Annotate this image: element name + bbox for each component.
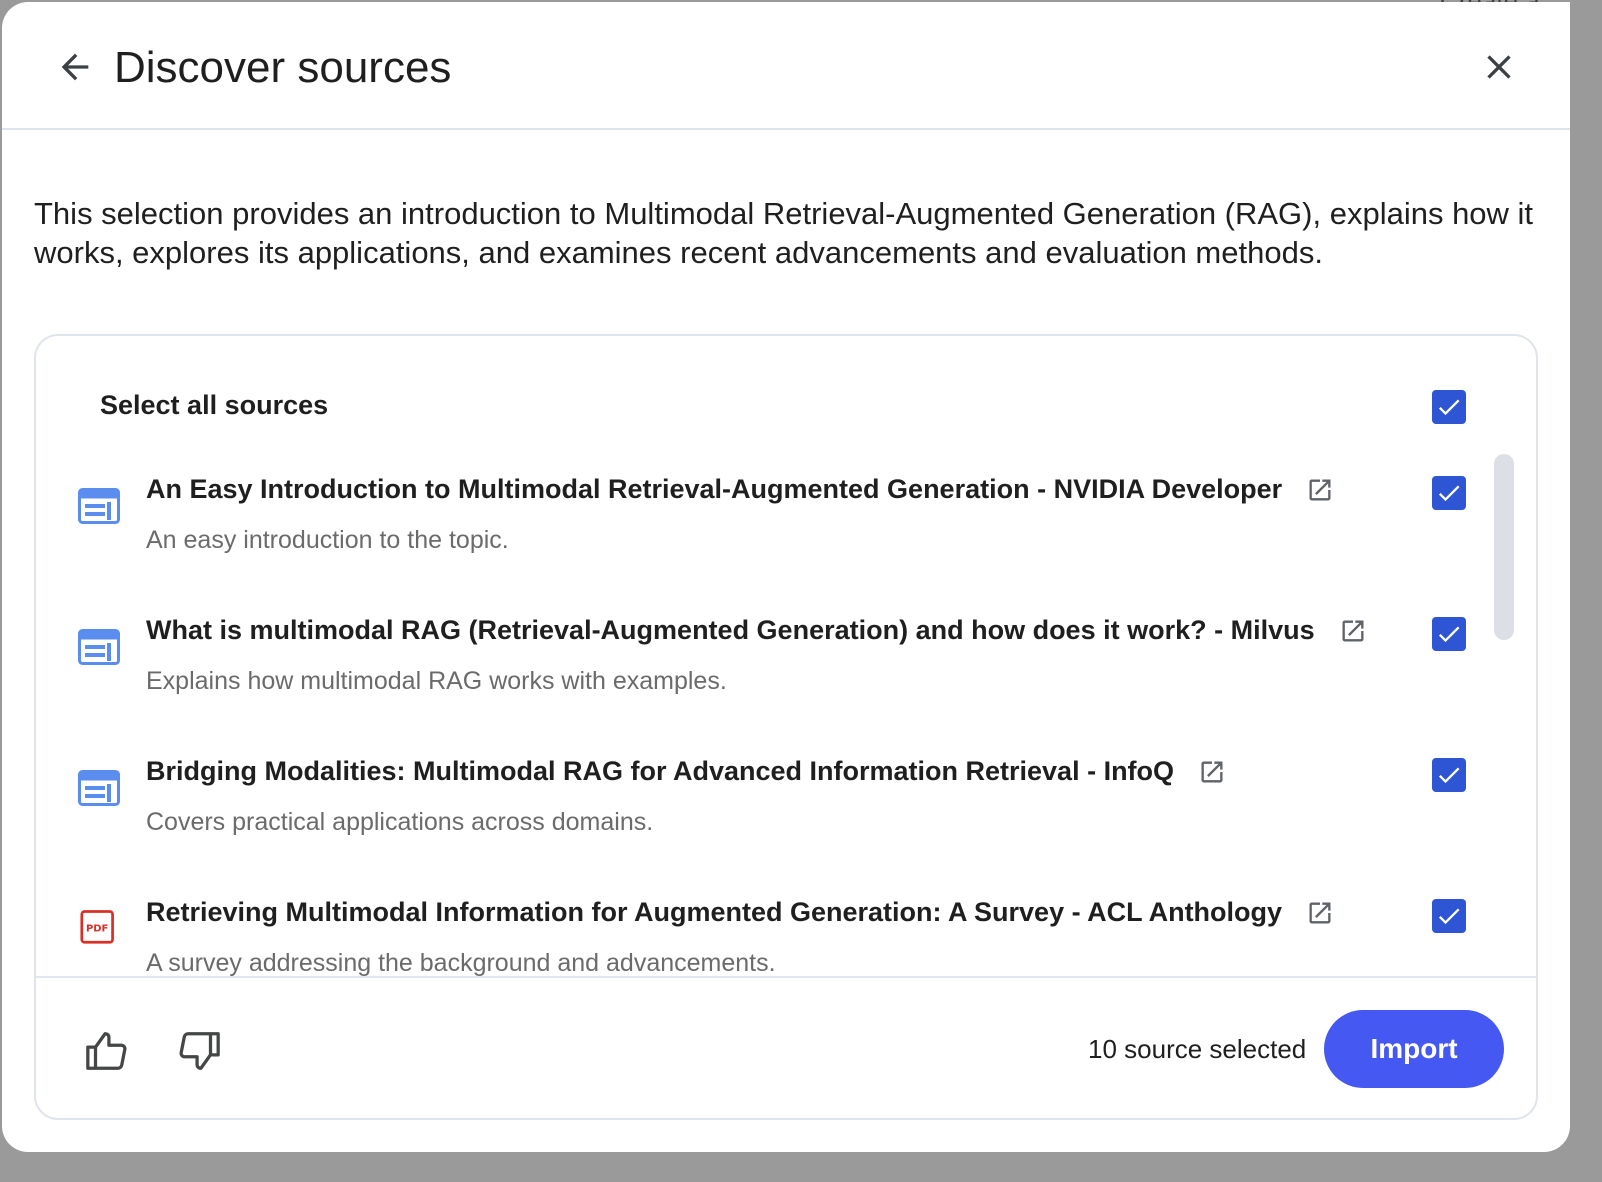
source-description: A survey addressing the background and a… — [146, 949, 776, 976]
selected-count: 10 source selected — [1088, 1034, 1307, 1064]
thumbs-down-icon — [179, 1032, 220, 1070]
source-description: An easy introduction to the topic. — [146, 526, 509, 554]
sources-scrollbar[interactable] — [1494, 454, 1514, 640]
dialog-header: Discover sources — [2, 2, 1570, 130]
select-all-checkbox[interactable] — [1432, 390, 1466, 424]
sources-list: An Easy Introduction to Multimodal Retri… — [36, 456, 1496, 976]
close-button[interactable] — [1474, 42, 1524, 92]
check-icon — [1438, 485, 1460, 502]
check-icon — [1438, 767, 1460, 784]
source-checkbox[interactable] — [1432, 617, 1466, 651]
source-item: An Easy Introduction to Multimodal Retri… — [36, 456, 1496, 597]
panel-footer: 10 source selected Import — [36, 976, 1536, 1118]
check-icon — [1438, 626, 1460, 643]
back-button[interactable] — [50, 42, 100, 92]
source-checkbox[interactable] — [1432, 476, 1466, 510]
source-item: Bridging Modalities: Multimodal RAG for … — [36, 738, 1496, 879]
thumbs-up-icon — [86, 1032, 127, 1070]
check-icon — [1438, 908, 1460, 925]
sources-panel: Select all sources An Easy Introduction … — [34, 334, 1538, 1120]
thumbs-up-button[interactable] — [82, 1026, 132, 1076]
discover-sources-dialog: Discover sources This selection provides… — [2, 2, 1570, 1152]
web-page-icon — [78, 629, 120, 665]
close-icon — [1487, 55, 1511, 79]
select-all-label: Select all sources — [100, 390, 329, 420]
check-icon — [1438, 399, 1460, 416]
pdf-icon: PDF — [80, 910, 114, 944]
thumbs-down-button[interactable] — [174, 1026, 224, 1076]
dialog-title: Discover sources — [114, 43, 452, 92]
source-title[interactable]: What is multimodal RAG (Retrieval-Augmen… — [146, 615, 1367, 646]
source-item: PDF Retrieving Multimodal Information fo… — [36, 879, 1496, 976]
source-checkbox[interactable] — [1432, 758, 1466, 792]
open-in-new-icon[interactable] — [1198, 758, 1226, 786]
web-page-icon — [78, 488, 120, 524]
web-page-icon — [78, 770, 120, 806]
open-in-new-icon[interactable] — [1339, 617, 1367, 645]
arrow-back-icon — [61, 53, 89, 81]
source-checkbox[interactable] — [1432, 899, 1466, 933]
source-title[interactable]: Retrieving Multimodal Information for Au… — [146, 897, 1334, 928]
open-in-new-icon[interactable] — [1306, 476, 1334, 504]
import-button[interactable]: Import — [1324, 1010, 1504, 1088]
source-title[interactable]: An Easy Introduction to Multimodal Retri… — [146, 474, 1334, 505]
source-item: What is multimodal RAG (Retrieval-Augmen… — [36, 597, 1496, 738]
open-in-new-icon[interactable] — [1306, 899, 1334, 927]
source-description: Explains how multimodal RAG works with e… — [146, 667, 727, 695]
source-title[interactable]: Bridging Modalities: Multimodal RAG for … — [146, 756, 1226, 787]
sources-summary: This selection provides an introduction … — [34, 196, 1534, 270]
svg-text:PDF: PDF — [86, 923, 108, 934]
source-description: Covers practical applications across dom… — [146, 808, 654, 836]
